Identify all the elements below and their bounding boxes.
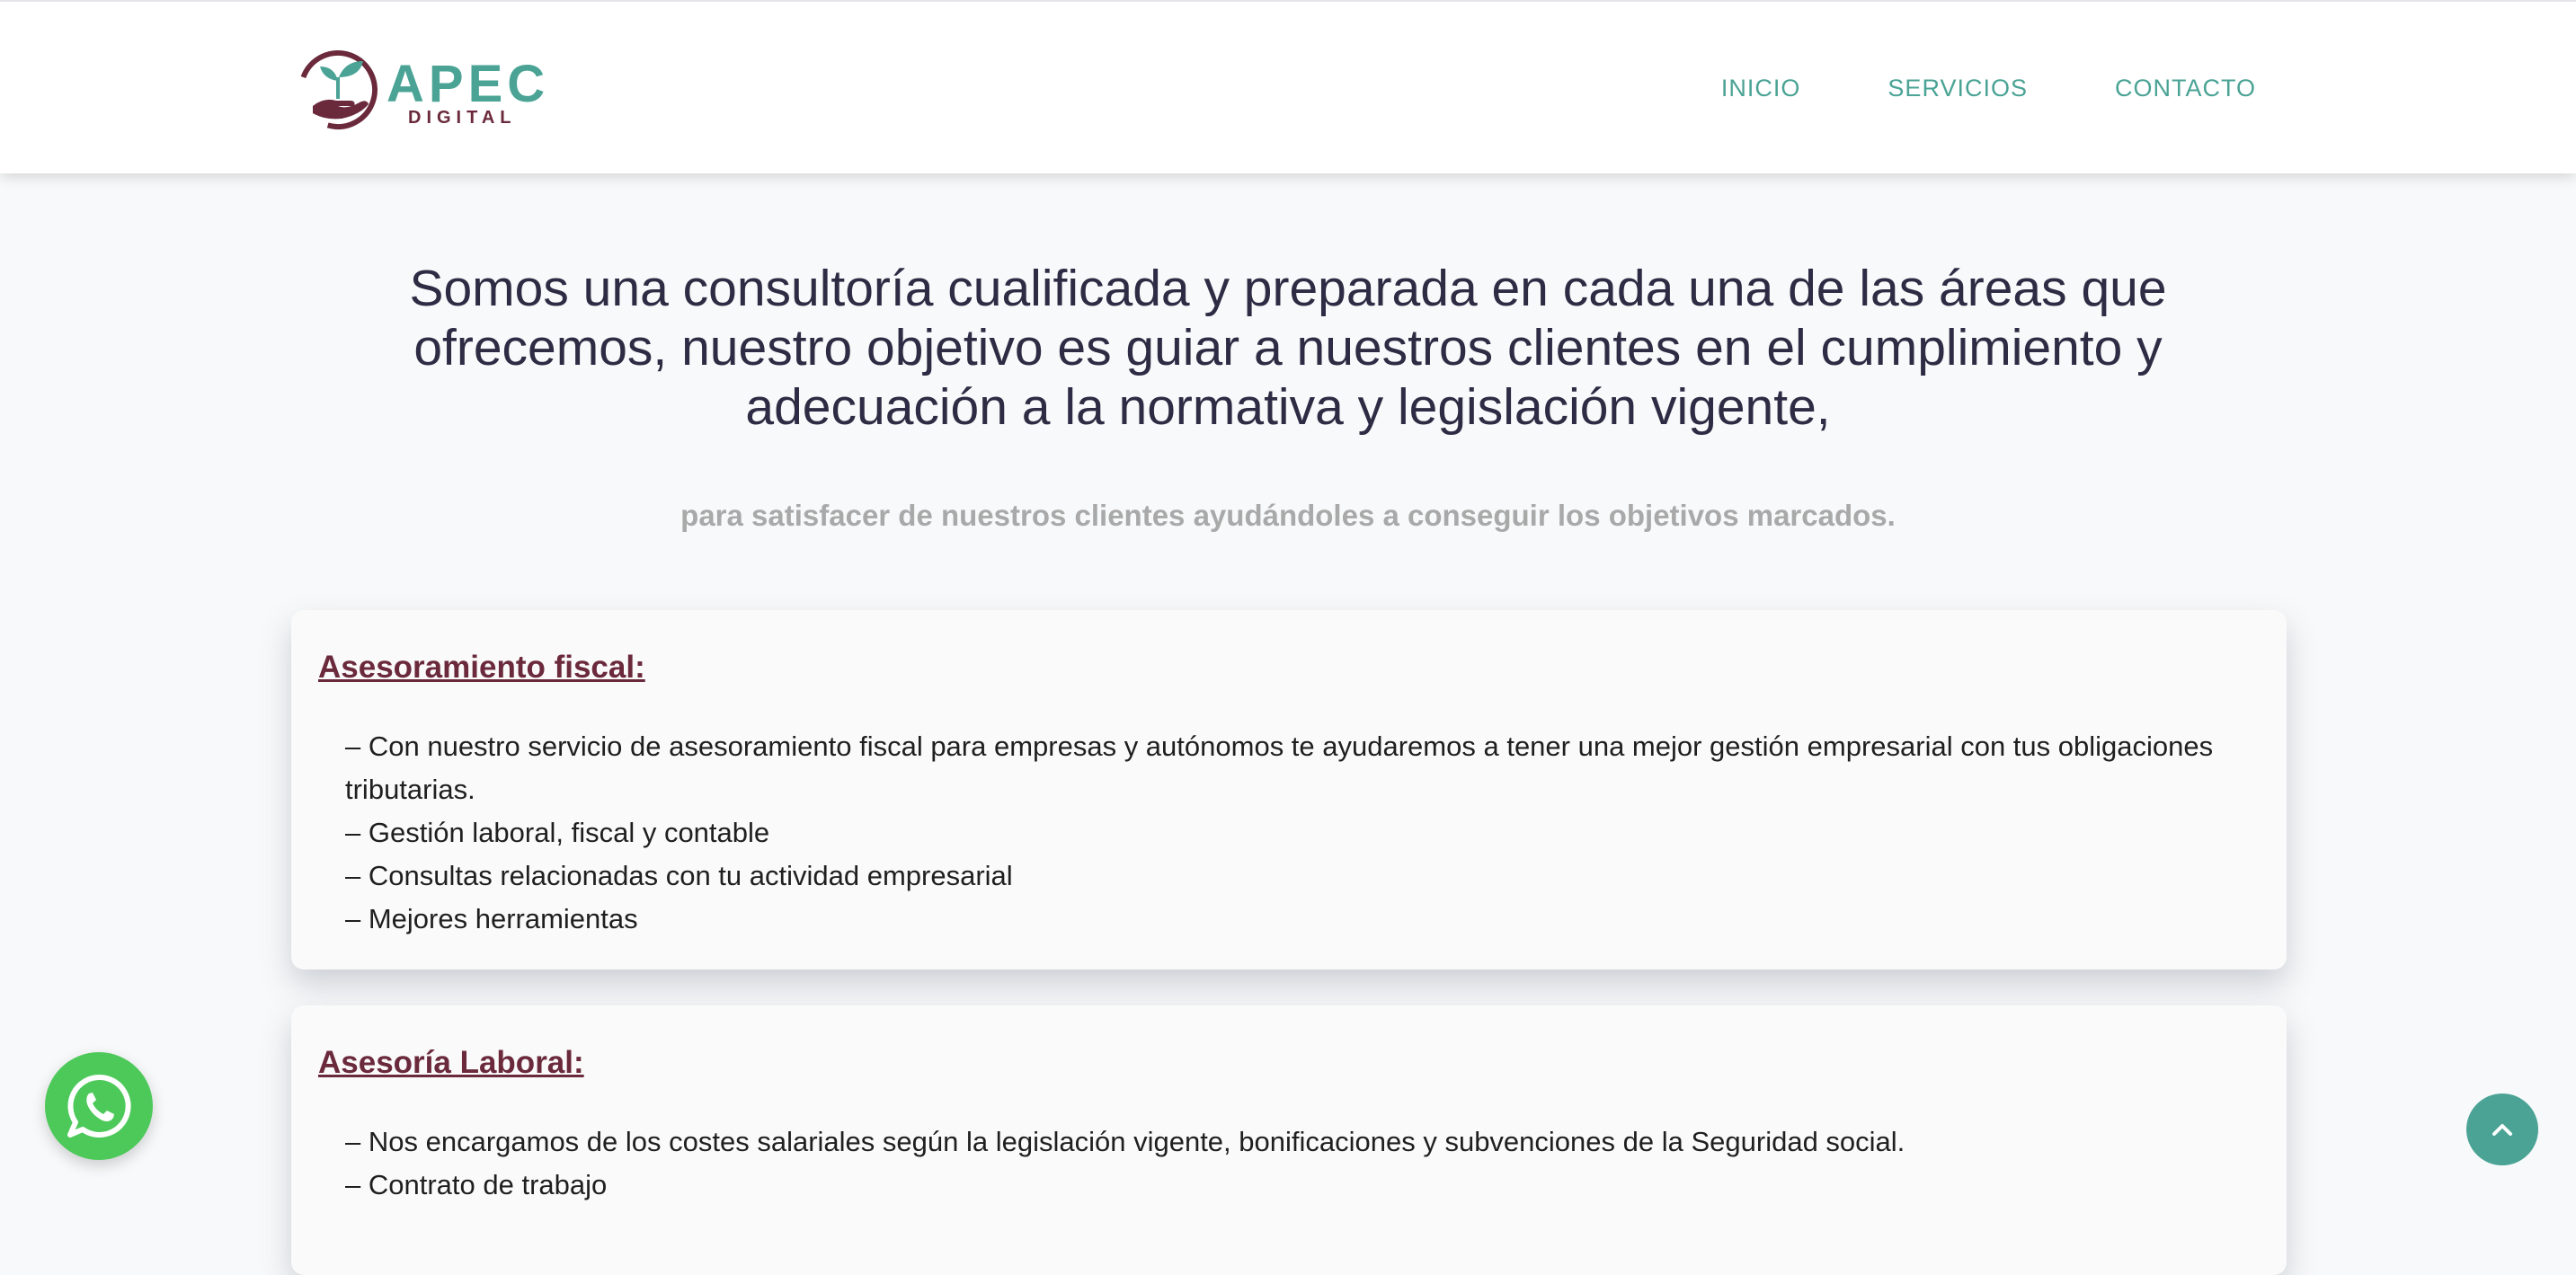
list-item: – Gestión laboral, fiscal y contable — [345, 817, 770, 848]
logo-wordmark: APEC — [386, 55, 550, 113]
logo-emblem-icon — [298, 50, 378, 129]
whatsapp-button[interactable] — [45, 1052, 153, 1160]
service-title: Asesoramiento fiscal: — [318, 650, 645, 685]
scroll-to-top-button[interactable] — [2466, 1093, 2538, 1165]
list-item: – Nos encargamos de los costes salariale… — [345, 1126, 1905, 1157]
nav-inicio[interactable]: INICIO — [1721, 72, 1801, 104]
nav-servicios[interactable]: SERVICIOS — [1888, 72, 2028, 104]
service-list: – Con nuestro servicio de asesoramiento … — [345, 725, 2260, 941]
main-nav: INICIO SERVICIOS CONTACTO — [1721, 72, 2256, 104]
list-item: – Mejores herramientas — [345, 903, 638, 934]
chevron-up-icon — [2492, 1124, 2512, 1136]
service-title: Asesoría Laboral: — [318, 1045, 584, 1080]
intro-subline: para satisfacer de nuestros clientes ayu… — [680, 499, 1896, 532]
whatsapp-icon — [67, 1074, 131, 1138]
site-header: APEC DIGITAL INICIO SERVICIOS CONTACTO — [0, 0, 2576, 173]
nav-contacto[interactable]: CONTACTO — [2115, 72, 2256, 104]
list-item: – Contrato de trabajo — [345, 1169, 608, 1200]
logo-subword: DIGITAL — [408, 108, 517, 128]
list-item: – Consultas relacionadas con tu activida… — [345, 860, 1013, 891]
service-card-fiscal: Asesoramiento fiscal: – Con nuestro serv… — [291, 610, 2287, 970]
list-item: – Con nuestro servicio de asesoramiento … — [345, 730, 2214, 805]
intro-headline: Somos una consultoría cualificada y prep… — [409, 260, 2167, 436]
apec-digital-logo[interactable]: APEC DIGITAL — [297, 47, 545, 133]
service-card-laboral: Asesoría Laboral: – Nos encargamos de lo… — [291, 1005, 2287, 1275]
service-list: – Nos encargamos de los costes salariale… — [345, 1120, 2260, 1207]
